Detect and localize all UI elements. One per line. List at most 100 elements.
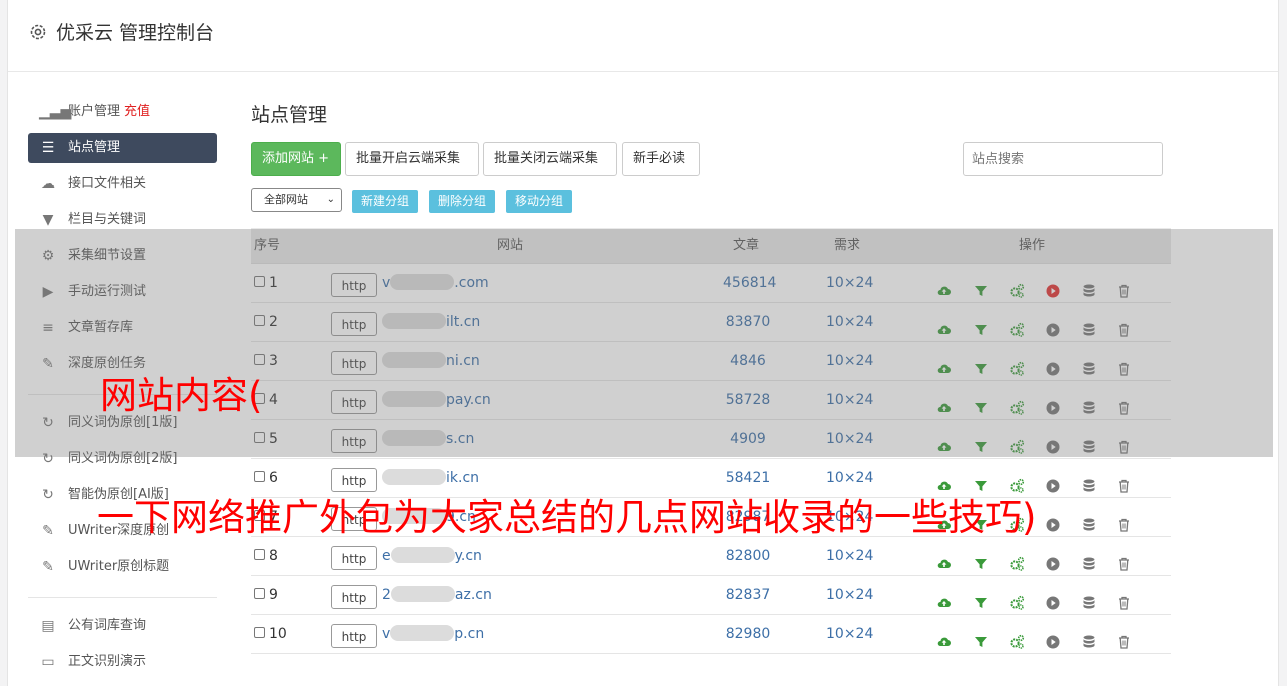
database-icon[interactable] bbox=[1081, 471, 1097, 492]
site-domain-suffix: az.cn bbox=[454, 587, 492, 603]
page-title: 站点管理 bbox=[251, 104, 328, 126]
sidebar-item-uwriter-title[interactable]: ✎ UWriter原创标题 bbox=[28, 549, 217, 585]
http-badge[interactable]: http bbox=[331, 624, 377, 648]
overlay-caption-line1: 网站内容( bbox=[100, 374, 263, 417]
cloud-upload-icon[interactable] bbox=[936, 588, 952, 607]
book-icon: ▤ bbox=[41, 618, 55, 634]
sidebar-item-public-lexicon[interactable]: ▤ 公有词库查询 bbox=[28, 608, 217, 644]
sidebar-item-label: UWriter原创标题 bbox=[68, 559, 170, 574]
article-count[interactable]: 58421 bbox=[723, 459, 773, 498]
trash-icon[interactable] bbox=[1116, 588, 1132, 610]
table-row: 9 http 2 az.cn 82837 10×24 bbox=[251, 576, 1171, 615]
sidebar-item-sites[interactable]: ☰ 站点管理 bbox=[28, 133, 217, 163]
redacted-domain-blur bbox=[382, 469, 446, 485]
site-domain-suffix: p.cn bbox=[454, 626, 485, 642]
table-row: 10 http v p.cn 82980 10×24 bbox=[251, 615, 1171, 654]
app-title: 优采云 管理控制台 bbox=[56, 22, 215, 44]
play-circle-icon[interactable] bbox=[1045, 510, 1061, 532]
play-circle-icon[interactable] bbox=[1045, 627, 1061, 649]
database-icon[interactable] bbox=[1081, 510, 1097, 531]
row-checkbox[interactable] bbox=[254, 549, 265, 560]
overlay-caption-line2: 一下网络推广外包为大家总结的几点网站收录的一些技巧) bbox=[97, 496, 1037, 539]
delete-group-button[interactable]: 删除分组 bbox=[429, 190, 496, 213]
filter-icon[interactable] bbox=[973, 627, 989, 647]
demand-value[interactable]: 10×24 bbox=[826, 537, 873, 576]
play-circle-icon[interactable] bbox=[1045, 588, 1061, 610]
site-domain-link[interactable]: 2 az.cn bbox=[382, 576, 492, 615]
site-domain-link[interactable]: e y.cn bbox=[382, 537, 482, 576]
row-number: 10 bbox=[269, 626, 287, 642]
article-count[interactable]: 82980 bbox=[723, 615, 773, 654]
site-domain-suffix: ik.cn bbox=[446, 470, 480, 486]
demand-value[interactable]: 10×24 bbox=[826, 615, 873, 654]
row-checkbox[interactable] bbox=[254, 471, 265, 482]
article-count[interactable]: 82837 bbox=[723, 576, 773, 615]
database-icon[interactable] bbox=[1081, 549, 1097, 570]
database-icon[interactable] bbox=[1081, 588, 1097, 609]
bar-chart-icon: ▁▃▅ bbox=[39, 104, 72, 120]
table-row: 6 http ik.cn 58421 10×24 bbox=[251, 459, 1171, 498]
article-count[interactable]: 82800 bbox=[723, 537, 773, 576]
filter-icon[interactable] bbox=[973, 549, 989, 569]
group-select[interactable]: 全部网站 ⌄ bbox=[251, 188, 342, 212]
filter-icon[interactable] bbox=[973, 588, 989, 608]
gears-icon[interactable] bbox=[1009, 627, 1025, 649]
sidebar-item-label: 账户管理 bbox=[68, 104, 121, 119]
recharge-link[interactable]: 充值 bbox=[124, 104, 150, 119]
row-number-cell: 8 bbox=[254, 537, 278, 576]
batch-open-cloud-button[interactable]: 批量开启云端采集 bbox=[345, 142, 479, 176]
row-checkbox[interactable] bbox=[254, 627, 265, 638]
sidebar-item-label: 站点管理 bbox=[68, 140, 121, 155]
gears-icon[interactable] bbox=[1009, 549, 1025, 571]
trash-icon[interactable] bbox=[1116, 549, 1132, 571]
sidebar-item-label: 正文识别演示 bbox=[68, 654, 147, 669]
sidebar-item-label: 栏目与关键词 bbox=[68, 212, 147, 227]
row-number-cell: 6 bbox=[254, 459, 278, 498]
gears-icon[interactable] bbox=[1009, 471, 1025, 493]
main-content: 站点管理 添加网站 + 批量开启云端采集 批量关闭云端采集 新手必读 全部网站 … bbox=[251, 100, 1171, 654]
batch-close-cloud-button[interactable]: 批量关闭云端采集 bbox=[483, 142, 617, 176]
filter-icon[interactable] bbox=[973, 471, 989, 491]
move-group-button[interactable]: 移动分组 bbox=[506, 190, 573, 213]
redacted-domain-blur bbox=[390, 547, 455, 563]
cloud-upload-icon[interactable] bbox=[936, 471, 952, 490]
row-number: 6 bbox=[269, 470, 278, 486]
edit-icon: ✎ bbox=[42, 523, 54, 539]
server-icon: ☰ bbox=[41, 140, 55, 156]
group-toolbar: 全部网站 ⌄ 新建分组 删除分组 移动分组 bbox=[251, 188, 1171, 213]
database-icon[interactable] bbox=[1081, 627, 1097, 648]
refresh-icon: ↻ bbox=[42, 487, 54, 503]
sidebar-item-interface-files[interactable]: ☁ 接口文件相关 bbox=[28, 166, 217, 202]
trash-icon[interactable] bbox=[1116, 510, 1132, 532]
overlay-band bbox=[15, 229, 1273, 457]
table-row: 8 http e y.cn 82800 10×24 bbox=[251, 537, 1171, 576]
cloud-upload-icon[interactable] bbox=[936, 549, 952, 568]
http-badge[interactable]: http bbox=[331, 585, 377, 609]
demand-value[interactable]: 10×24 bbox=[826, 576, 873, 615]
http-badge[interactable]: http bbox=[331, 468, 377, 492]
gears-icon[interactable] bbox=[1009, 588, 1025, 610]
row-number: 8 bbox=[269, 548, 278, 564]
play-circle-icon[interactable] bbox=[1045, 549, 1061, 571]
row-number: 9 bbox=[269, 587, 278, 603]
trash-icon[interactable] bbox=[1116, 471, 1132, 493]
site-domain-link[interactable]: ik.cn bbox=[382, 459, 479, 498]
trash-icon[interactable] bbox=[1116, 627, 1132, 649]
site-domain-prefix: v bbox=[382, 626, 391, 642]
new-group-button[interactable]: 新建分组 bbox=[352, 190, 419, 213]
row-checkbox[interactable] bbox=[254, 588, 265, 599]
add-site-button[interactable]: 添加网站 + bbox=[251, 142, 341, 176]
cloud-upload-icon: ☁ bbox=[41, 176, 55, 192]
sidebar-item-text-recognition[interactable]: ▭ 正文识别演示 bbox=[28, 644, 217, 680]
site-domain-prefix: e bbox=[382, 548, 391, 564]
guide-button[interactable]: 新手必读 bbox=[622, 142, 700, 176]
site-domain-link[interactable]: v p.cn bbox=[382, 615, 484, 654]
play-circle-icon[interactable] bbox=[1045, 471, 1061, 493]
gear-icon[interactable] bbox=[28, 22, 48, 42]
site-search-input[interactable] bbox=[963, 142, 1163, 176]
sidebar-divider bbox=[28, 597, 217, 598]
http-badge[interactable]: http bbox=[331, 546, 377, 570]
cloud-upload-icon[interactable] bbox=[936, 627, 952, 646]
sidebar-item-account[interactable]: ▁▃▅ 账户管理 充值 bbox=[28, 94, 217, 130]
demand-value[interactable]: 10×24 bbox=[826, 459, 873, 498]
